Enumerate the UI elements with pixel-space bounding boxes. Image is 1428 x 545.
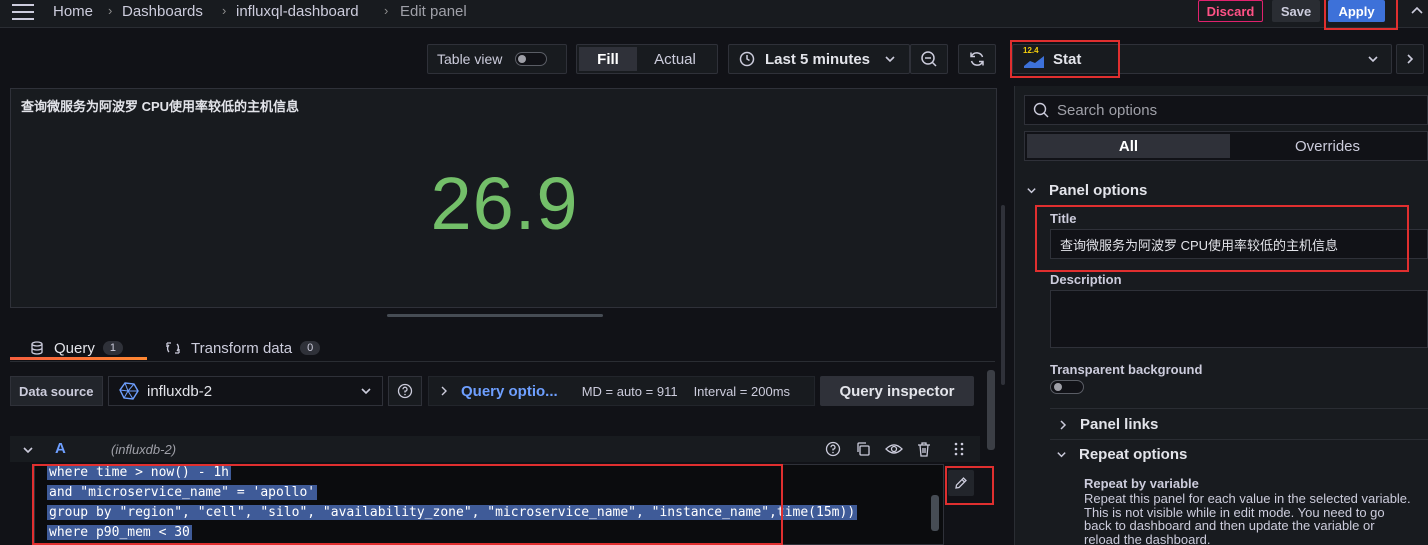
panel-options-label: Panel options (1049, 182, 1148, 199)
transform-icon (165, 341, 181, 355)
search-icon (1033, 102, 1049, 118)
chevron-down-icon (1056, 449, 1067, 460)
repeat-options-header[interactable]: Repeat options (1056, 446, 1187, 463)
interval-text: Interval = 200ms (693, 383, 791, 399)
query-options-bar[interactable]: Query optio... MD = auto = 911 Interval … (428, 376, 815, 406)
breadcrumb-current: Edit panel (400, 3, 467, 20)
divider (1050, 439, 1428, 440)
tab-transform-label: Transform data (191, 339, 293, 357)
breadcrumb-home[interactable]: Home (53, 3, 93, 20)
stat-value: 26.9 (430, 162, 579, 245)
panel-links-header[interactable]: Panel links (1058, 416, 1158, 433)
horizontal-splitter[interactable] (387, 314, 603, 317)
data-source-value: influxdb-2 (147, 382, 213, 400)
refresh-icon (970, 52, 984, 66)
chevron-down-icon (1367, 53, 1379, 65)
chevron-down-icon (1026, 185, 1037, 196)
tab-query-count: 1 (102, 341, 123, 355)
query-ref-id[interactable]: A (55, 440, 66, 457)
description-label: Description (1050, 272, 1122, 287)
filter-overrides[interactable]: Overrides (1230, 134, 1425, 158)
tab-query-label: Query (54, 339, 95, 357)
editor-pane-scrollbar[interactable] (987, 364, 995, 544)
repeat-options-label: Repeat options (1079, 446, 1188, 463)
data-source-help-button[interactable] (388, 376, 422, 406)
chevron-right-icon: › (108, 3, 113, 18)
data-source-select[interactable]: influxdb-2 (108, 376, 383, 406)
tab-transform[interactable]: Transform data 0 (165, 335, 321, 361)
menu-icon[interactable] (12, 4, 34, 20)
breadcrumb-dashboards[interactable]: Dashboards (122, 3, 203, 20)
duplicate-icon[interactable] (855, 441, 871, 457)
panel-links-label: Panel links (1080, 416, 1159, 433)
repeat-by-variable-label: Repeat by variable (1084, 476, 1199, 491)
vertical-splitter[interactable] (1001, 205, 1005, 385)
fill-option[interactable]: Fill (579, 47, 637, 71)
table-view-switch[interactable] (515, 52, 548, 66)
search-options-input[interactable]: Search options (1024, 95, 1428, 125)
tab-transform-count: 0 (300, 341, 321, 355)
max-data-points: MD = auto = 911 (581, 383, 678, 399)
table-view-toggle[interactable]: Table view (427, 44, 567, 74)
options-collapse-button[interactable] (1396, 44, 1424, 74)
clock-icon (739, 51, 755, 67)
chevron-down-icon (884, 53, 896, 65)
apply-highlight (1324, 0, 1398, 30)
save-button[interactable]: Save (1272, 0, 1320, 22)
divider (1050, 408, 1428, 409)
query-help-icon[interactable] (825, 441, 841, 457)
fill-actual-switch: Fill Actual (576, 44, 718, 74)
influxdb-icon (119, 382, 139, 400)
chevron-right-icon: › (222, 3, 227, 18)
search-placeholder: Search options (1057, 101, 1158, 119)
query-highlight (32, 464, 783, 545)
table-view-label: Table view (437, 51, 503, 67)
query-datasource: (influxdb-2) (111, 442, 177, 457)
chevron-down-icon[interactable] (22, 444, 34, 456)
zoom-out-button[interactable] (910, 44, 948, 74)
panel-options-header[interactable]: Panel options (1026, 182, 1147, 199)
title-highlight (1035, 205, 1409, 272)
chevron-right-icon: › (384, 3, 389, 18)
data-source-label: Data source (10, 376, 103, 406)
filter-all[interactable]: All (1027, 134, 1230, 158)
transparent-background-switch[interactable] (1050, 380, 1084, 394)
chevron-right-icon (1407, 54, 1414, 64)
panel-preview: 查询微服务为阿波罗 CPU使用率较低的主机信息 26.9 (10, 88, 997, 308)
transparent-background-label: Transparent background (1050, 362, 1203, 377)
actual-option[interactable]: Actual (637, 47, 713, 71)
trash-icon[interactable] (916, 441, 932, 457)
breadcrumb-dashboard[interactable]: influxql-dashboard (236, 3, 359, 20)
query-options-link[interactable]: Query optio... (461, 383, 558, 400)
chevron-down-icon (360, 385, 372, 397)
chevron-right-icon (439, 386, 449, 396)
chevron-right-icon (1058, 419, 1068, 430)
query-inspector-button[interactable]: Query inspector (820, 376, 974, 406)
discard-button[interactable]: Discard (1198, 0, 1263, 22)
panel-title: 查询微服务为阿波罗 CPU使用率较低的主机信息 (21, 99, 300, 114)
chevron-up-icon[interactable] (1410, 4, 1424, 18)
question-circle-icon (397, 383, 413, 399)
options-filter: All Overrides (1024, 131, 1428, 161)
active-tab-indicator (10, 357, 147, 360)
zoom-out-icon (921, 51, 937, 67)
repeat-description: Repeat this panel for each value in the … (1084, 491, 1411, 545)
time-range-label: Last 5 minutes (765, 50, 871, 68)
time-range-picker[interactable]: Last 5 minutes (728, 44, 910, 74)
drag-handle-icon[interactable] (953, 441, 965, 457)
viz-highlight (1010, 40, 1120, 78)
eye-icon[interactable] (885, 441, 903, 457)
database-icon (30, 341, 44, 355)
description-textarea[interactable] (1050, 290, 1428, 348)
refresh-button[interactable] (958, 44, 996, 74)
editor-scrollbar[interactable] (931, 495, 939, 531)
